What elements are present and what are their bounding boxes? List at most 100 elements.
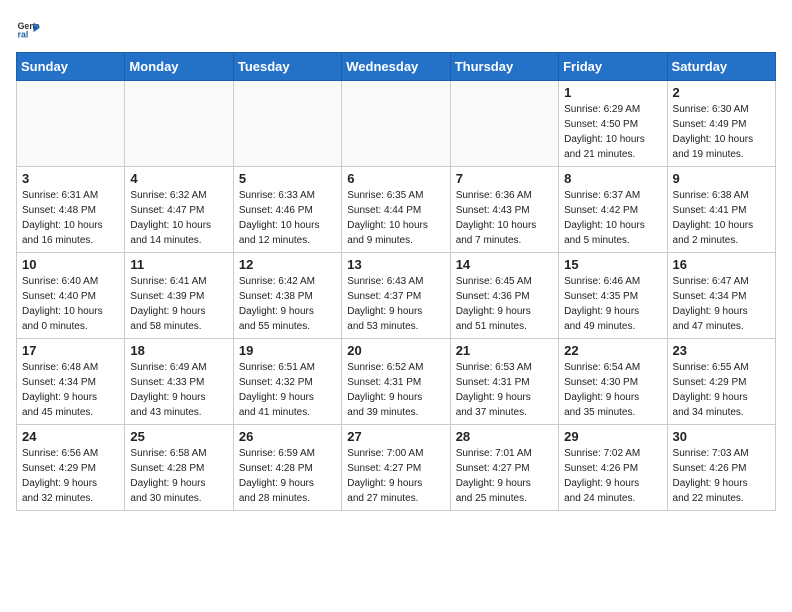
week-row-1: 1 Sunrise: 6:29 AM Sunset: 4:50 PM Daylig… <box>17 81 776 167</box>
calendar-cell: 23Sunrise: 6:55 AM Sunset: 4:29 PM Dayli… <box>667 339 775 425</box>
day-number: 8 <box>564 171 661 186</box>
day-number: 20 <box>347 343 444 358</box>
day-info: Sunrise: 6:52 AM Sunset: 4:31 PM Dayligh… <box>347 360 444 420</box>
calendar-cell: 22 Sunrise: 6:54 AM Sunset: 4:30 PM Dayli… <box>559 339 667 425</box>
calendar-cell: 15 Sunrise: 6:46 AM Sunset: 4:35 PM Dayli… <box>559 253 667 339</box>
day-info: Sunrise: 7:03 AM Sunset: 4:26 PM Dayligh… <box>673 446 770 506</box>
day-info: Sunrise: 6:54 AM Sunset: 4:30 PM Dayligh… <box>564 360 661 420</box>
calendar-cell: 11 Sunrise: 6:41 AM Sunset: 4:39 PM Dayli… <box>125 253 233 339</box>
calendar-cell: 18 Sunrise: 6:49 AM Sunset: 4:33 PM Dayli… <box>125 339 233 425</box>
calendar-cell: 3 Sunrise: 6:31 AM Sunset: 4:48 PM Daylig… <box>17 167 125 253</box>
day-number: 2 <box>673 85 770 100</box>
day-number: 24 <box>22 429 119 444</box>
calendar-cell: 17 Sunrise: 6:48 AM Sunset: 4:34 PM Dayli… <box>17 339 125 425</box>
calendar-cell: 14 Sunrise: 6:45 AM Sunset: 4:36 PM Dayli… <box>450 253 558 339</box>
week-row-3: 10 Sunrise: 6:40 AM Sunset: 4:40 PM Dayli… <box>17 253 776 339</box>
day-info: Sunrise: 6:55 AM Sunset: 4:29 PM Dayligh… <box>673 360 770 420</box>
day-info: Sunrise: 6:31 AM Sunset: 4:48 PM Dayligh… <box>22 188 119 248</box>
day-number: 22 <box>564 343 661 358</box>
weekday-header-saturday: Saturday <box>667 53 775 81</box>
calendar-cell: 2 Sunrise: 6:30 AM Sunset: 4:49 PM Daylig… <box>667 81 775 167</box>
day-number: 26 <box>239 429 336 444</box>
weekday-header-row: SundayMondayTuesdayWednesdayThursdayFrid… <box>17 53 776 81</box>
weekday-header-friday: Friday <box>559 53 667 81</box>
day-number: 4 <box>130 171 227 186</box>
day-info: Sunrise: 6:51 AM Sunset: 4:32 PM Dayligh… <box>239 360 336 420</box>
calendar-cell: 1 Sunrise: 6:29 AM Sunset: 4:50 PM Daylig… <box>559 81 667 167</box>
weekday-header-wednesday: Wednesday <box>342 53 450 81</box>
page-header: Gene ral <box>16 16 776 40</box>
day-number: 11 <box>130 257 227 272</box>
calendar-cell <box>450 81 558 167</box>
day-info: Sunrise: 6:58 AM Sunset: 4:28 PM Dayligh… <box>130 446 227 506</box>
day-number: 1 <box>564 85 661 100</box>
day-info: Sunrise: 6:36 AM Sunset: 4:43 PM Dayligh… <box>456 188 553 248</box>
calendar-cell: 24 Sunrise: 6:56 AM Sunset: 4:29 PM Dayli… <box>17 425 125 511</box>
calendar-cell: 8 Sunrise: 6:37 AM Sunset: 4:42 PM Daylig… <box>559 167 667 253</box>
day-info: Sunrise: 6:47 AM Sunset: 4:34 PM Dayligh… <box>673 274 770 334</box>
calendar-cell: 6 Sunrise: 6:35 AM Sunset: 4:44 PM Daylig… <box>342 167 450 253</box>
day-number: 30 <box>673 429 770 444</box>
calendar-cell <box>233 81 341 167</box>
calendar-cell: 29Sunrise: 7:02 AM Sunset: 4:26 PM Dayli… <box>559 425 667 511</box>
day-info: Sunrise: 7:00 AM Sunset: 4:27 PM Dayligh… <box>347 446 444 506</box>
day-number: 15 <box>564 257 661 272</box>
day-info: Sunrise: 6:32 AM Sunset: 4:47 PM Dayligh… <box>130 188 227 248</box>
day-info: Sunrise: 6:53 AM Sunset: 4:31 PM Dayligh… <box>456 360 553 420</box>
day-info: Sunrise: 6:41 AM Sunset: 4:39 PM Dayligh… <box>130 274 227 334</box>
weekday-header-tuesday: Tuesday <box>233 53 341 81</box>
day-number: 3 <box>22 171 119 186</box>
day-number: 18 <box>130 343 227 358</box>
calendar-cell: 13 Sunrise: 6:43 AM Sunset: 4:37 PM Dayli… <box>342 253 450 339</box>
calendar-cell: 27Sunrise: 7:00 AM Sunset: 4:27 PM Dayli… <box>342 425 450 511</box>
calendar-cell <box>342 81 450 167</box>
logo: Gene ral <box>16 16 44 40</box>
day-info: Sunrise: 6:37 AM Sunset: 4:42 PM Dayligh… <box>564 188 661 248</box>
day-number: 6 <box>347 171 444 186</box>
calendar-cell: 30 Sunrise: 7:03 AM Sunset: 4:26 PM Dayli… <box>667 425 775 511</box>
day-number: 28 <box>456 429 553 444</box>
calendar-cell: 9Sunrise: 6:38 AM Sunset: 4:41 PM Daylig… <box>667 167 775 253</box>
day-info: Sunrise: 6:59 AM Sunset: 4:28 PM Dayligh… <box>239 446 336 506</box>
day-info: Sunrise: 6:42 AM Sunset: 4:38 PM Dayligh… <box>239 274 336 334</box>
day-info: Sunrise: 7:02 AM Sunset: 4:26 PM Dayligh… <box>564 446 661 506</box>
day-number: 13 <box>347 257 444 272</box>
day-info: Sunrise: 6:38 AM Sunset: 4:41 PM Dayligh… <box>673 188 770 248</box>
calendar-cell: 7 Sunrise: 6:36 AM Sunset: 4:43 PM Daylig… <box>450 167 558 253</box>
day-info: Sunrise: 7:01 AM Sunset: 4:27 PM Dayligh… <box>456 446 553 506</box>
logo-icon: Gene ral <box>16 16 40 40</box>
day-number: 17 <box>22 343 119 358</box>
calendar-cell <box>17 81 125 167</box>
day-info: Sunrise: 6:49 AM Sunset: 4:33 PM Dayligh… <box>130 360 227 420</box>
calendar-cell: 28 Sunrise: 7:01 AM Sunset: 4:27 PM Dayli… <box>450 425 558 511</box>
calendar-cell: 19Sunrise: 6:51 AM Sunset: 4:32 PM Dayli… <box>233 339 341 425</box>
calendar-cell <box>125 81 233 167</box>
day-info: Sunrise: 6:56 AM Sunset: 4:29 PM Dayligh… <box>22 446 119 506</box>
day-info: Sunrise: 6:46 AM Sunset: 4:35 PM Dayligh… <box>564 274 661 334</box>
day-number: 25 <box>130 429 227 444</box>
calendar-cell: 21 Sunrise: 6:53 AM Sunset: 4:31 PM Dayli… <box>450 339 558 425</box>
week-row-2: 3 Sunrise: 6:31 AM Sunset: 4:48 PM Daylig… <box>17 167 776 253</box>
day-number: 10 <box>22 257 119 272</box>
weekday-header-monday: Monday <box>125 53 233 81</box>
day-info: Sunrise: 6:43 AM Sunset: 4:37 PM Dayligh… <box>347 274 444 334</box>
day-info: Sunrise: 6:48 AM Sunset: 4:34 PM Dayligh… <box>22 360 119 420</box>
day-number: 7 <box>456 171 553 186</box>
weekday-header-sunday: Sunday <box>17 53 125 81</box>
day-info: Sunrise: 6:45 AM Sunset: 4:36 PM Dayligh… <box>456 274 553 334</box>
day-number: 16 <box>673 257 770 272</box>
day-info: Sunrise: 6:40 AM Sunset: 4:40 PM Dayligh… <box>22 274 119 334</box>
day-info: Sunrise: 6:29 AM Sunset: 4:50 PM Dayligh… <box>564 102 661 162</box>
svg-text:ral: ral <box>18 30 29 40</box>
calendar-cell: 4 Sunrise: 6:32 AM Sunset: 4:47 PM Daylig… <box>125 167 233 253</box>
day-number: 5 <box>239 171 336 186</box>
day-info: Sunrise: 6:35 AM Sunset: 4:44 PM Dayligh… <box>347 188 444 248</box>
calendar-cell: 20 Sunrise: 6:52 AM Sunset: 4:31 PM Dayli… <box>342 339 450 425</box>
weekday-header-thursday: Thursday <box>450 53 558 81</box>
calendar-table: SundayMondayTuesdayWednesdayThursdayFrid… <box>16 52 776 511</box>
day-number: 21 <box>456 343 553 358</box>
day-number: 14 <box>456 257 553 272</box>
week-row-5: 24 Sunrise: 6:56 AM Sunset: 4:29 PM Dayli… <box>17 425 776 511</box>
calendar-cell: 16 Sunrise: 6:47 AM Sunset: 4:34 PM Dayli… <box>667 253 775 339</box>
day-info: Sunrise: 6:30 AM Sunset: 4:49 PM Dayligh… <box>673 102 770 162</box>
